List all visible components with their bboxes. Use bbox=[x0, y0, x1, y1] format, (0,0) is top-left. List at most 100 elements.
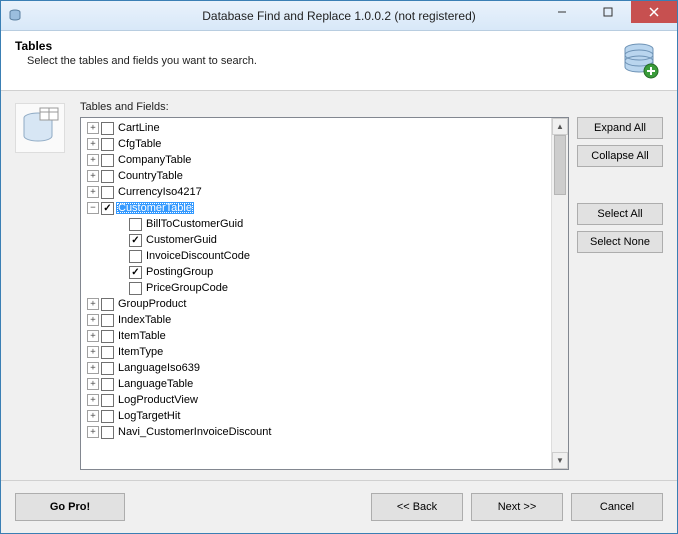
tree-node[interactable]: + CompanyTable bbox=[83, 152, 551, 168]
tree-node-label[interactable]: CurrencyIso4217 bbox=[116, 186, 204, 198]
checkbox[interactable] bbox=[101, 122, 114, 135]
expand-icon[interactable]: + bbox=[87, 346, 99, 358]
tree-node-label[interactable]: BillToCustomerGuid bbox=[144, 218, 245, 230]
tree-node[interactable]: + LogTargetHit bbox=[83, 408, 551, 424]
expand-icon[interactable]: + bbox=[87, 410, 99, 422]
tree-node-label[interactable]: InvoiceDiscountCode bbox=[144, 250, 252, 262]
tree-node-label[interactable]: Navi_CustomerInvoiceDiscount bbox=[116, 426, 273, 438]
tree-node[interactable]: InvoiceDiscountCode bbox=[83, 248, 551, 264]
checkbox[interactable] bbox=[129, 234, 142, 247]
checkbox[interactable] bbox=[101, 314, 114, 327]
checkbox[interactable] bbox=[129, 282, 142, 295]
tree-node-label[interactable]: CompanyTable bbox=[116, 154, 193, 166]
expand-icon[interactable]: + bbox=[87, 170, 99, 182]
tree-node-label[interactable]: LogProductView bbox=[116, 394, 200, 406]
scroll-track[interactable] bbox=[552, 135, 568, 452]
tree-node-label[interactable]: CartLine bbox=[116, 122, 162, 134]
step-icon-panel bbox=[15, 101, 70, 470]
tree-node[interactable]: + CountryTable bbox=[83, 168, 551, 184]
cancel-button[interactable]: Cancel bbox=[571, 493, 663, 521]
checkbox[interactable] bbox=[101, 426, 114, 439]
collapse-all-button[interactable]: Collapse All bbox=[577, 145, 663, 167]
expand-icon[interactable]: + bbox=[87, 314, 99, 326]
maximize-button[interactable] bbox=[585, 1, 631, 23]
app-icon bbox=[7, 8, 23, 24]
checkbox[interactable] bbox=[101, 298, 114, 311]
checkbox[interactable] bbox=[101, 362, 114, 375]
tree-node-label[interactable]: ItemTable bbox=[116, 330, 168, 342]
tree-node[interactable]: BillToCustomerGuid bbox=[83, 216, 551, 232]
tree-node[interactable]: + CurrencyIso4217 bbox=[83, 184, 551, 200]
tree-node[interactable]: + Navi_CustomerInvoiceDiscount bbox=[83, 424, 551, 440]
tree-node[interactable]: + ItemType bbox=[83, 344, 551, 360]
tree-node-label[interactable]: LanguageTable bbox=[116, 378, 195, 390]
checkbox[interactable] bbox=[101, 154, 114, 167]
tree-node[interactable]: + CartLine bbox=[83, 120, 551, 136]
back-button[interactable]: << Back bbox=[371, 493, 463, 521]
wizard-footer: Go Pro! << Back Next >> Cancel bbox=[1, 480, 677, 533]
minimize-button[interactable] bbox=[539, 1, 585, 23]
scroll-down-button[interactable]: ▼ bbox=[552, 452, 568, 469]
expand-icon[interactable]: + bbox=[87, 138, 99, 150]
tree-node-label[interactable]: ItemType bbox=[116, 346, 165, 358]
checkbox[interactable] bbox=[101, 202, 114, 215]
expand-icon[interactable]: + bbox=[87, 426, 99, 438]
collapse-icon[interactable]: − bbox=[87, 202, 99, 214]
checkbox[interactable] bbox=[129, 266, 142, 279]
expand-icon[interactable]: + bbox=[87, 122, 99, 134]
titlebar[interactable]: Database Find and Replace 1.0.0.2 (not r… bbox=[1, 1, 677, 31]
tree-node[interactable]: + ItemTable bbox=[83, 328, 551, 344]
checkbox[interactable] bbox=[129, 218, 142, 231]
checkbox[interactable] bbox=[101, 378, 114, 391]
go-pro-button[interactable]: Go Pro! bbox=[15, 493, 125, 521]
expand-icon[interactable]: + bbox=[87, 154, 99, 166]
window-controls bbox=[539, 1, 677, 23]
tree-node[interactable]: + IndexTable bbox=[83, 312, 551, 328]
expand-icon[interactable]: + bbox=[87, 394, 99, 406]
tree-node[interactable]: + LogProductView bbox=[83, 392, 551, 408]
expand-icon[interactable]: + bbox=[87, 330, 99, 342]
tree-node-label[interactable]: LanguageIso639 bbox=[116, 362, 202, 374]
checkbox[interactable] bbox=[129, 250, 142, 263]
tree-node[interactable]: + LanguageIso639 bbox=[83, 360, 551, 376]
close-button[interactable] bbox=[631, 1, 677, 23]
select-all-button[interactable]: Select All bbox=[577, 203, 663, 225]
checkbox[interactable] bbox=[101, 394, 114, 407]
tree-node[interactable]: − CustomerTable bbox=[83, 200, 551, 216]
tree-node-label[interactable]: CfgTable bbox=[116, 138, 163, 150]
tree-node[interactable]: + GroupProduct bbox=[83, 296, 551, 312]
scrollbar[interactable]: ▲ ▼ bbox=[551, 118, 568, 469]
content-area: Tables Select the tables and fields you … bbox=[1, 31, 677, 533]
next-button[interactable]: Next >> bbox=[471, 493, 563, 521]
checkbox[interactable] bbox=[101, 138, 114, 151]
checkbox[interactable] bbox=[101, 170, 114, 183]
wizard-body: Tables and Fields: +CartLine+CfgTable+Co… bbox=[1, 91, 677, 480]
tree-node[interactable]: CustomerGuid bbox=[83, 232, 551, 248]
checkbox[interactable] bbox=[101, 330, 114, 343]
tree-node[interactable]: + LanguageTable bbox=[83, 376, 551, 392]
tree-node-label[interactable]: PriceGroupCode bbox=[144, 282, 230, 294]
checkbox[interactable] bbox=[101, 346, 114, 359]
checkbox[interactable] bbox=[101, 410, 114, 423]
tree-node-label[interactable]: LogTargetHit bbox=[116, 410, 182, 422]
tree-node-label[interactable]: GroupProduct bbox=[116, 298, 188, 310]
tree-node[interactable]: PostingGroup bbox=[83, 264, 551, 280]
scroll-up-button[interactable]: ▲ bbox=[552, 118, 568, 135]
tree-node-label[interactable]: PostingGroup bbox=[144, 266, 215, 278]
tables-tree[interactable]: + CartLine + CfgTable + CompanyTable + CountryT… bbox=[80, 117, 569, 470]
expand-icon[interactable]: + bbox=[87, 186, 99, 198]
tree-node-label[interactable]: CountryTable bbox=[116, 170, 185, 182]
expand-icon[interactable]: + bbox=[87, 362, 99, 374]
wizard-header: Tables Select the tables and fields you … bbox=[1, 31, 677, 91]
checkbox[interactable] bbox=[101, 186, 114, 199]
expand-icon[interactable]: + bbox=[87, 378, 99, 390]
scroll-thumb[interactable] bbox=[554, 135, 566, 195]
tree-node[interactable]: + CfgTable bbox=[83, 136, 551, 152]
tree-node-label[interactable]: CustomerGuid bbox=[144, 234, 219, 246]
expand-icon[interactable]: + bbox=[87, 298, 99, 310]
tree-node-label[interactable]: IndexTable bbox=[116, 314, 173, 326]
tree-node-label[interactable]: CustomerTable bbox=[116, 202, 194, 214]
select-none-button[interactable]: Select None bbox=[577, 231, 663, 253]
tree-node[interactable]: PriceGroupCode bbox=[83, 280, 551, 296]
expand-all-button[interactable]: Expand All bbox=[577, 117, 663, 139]
